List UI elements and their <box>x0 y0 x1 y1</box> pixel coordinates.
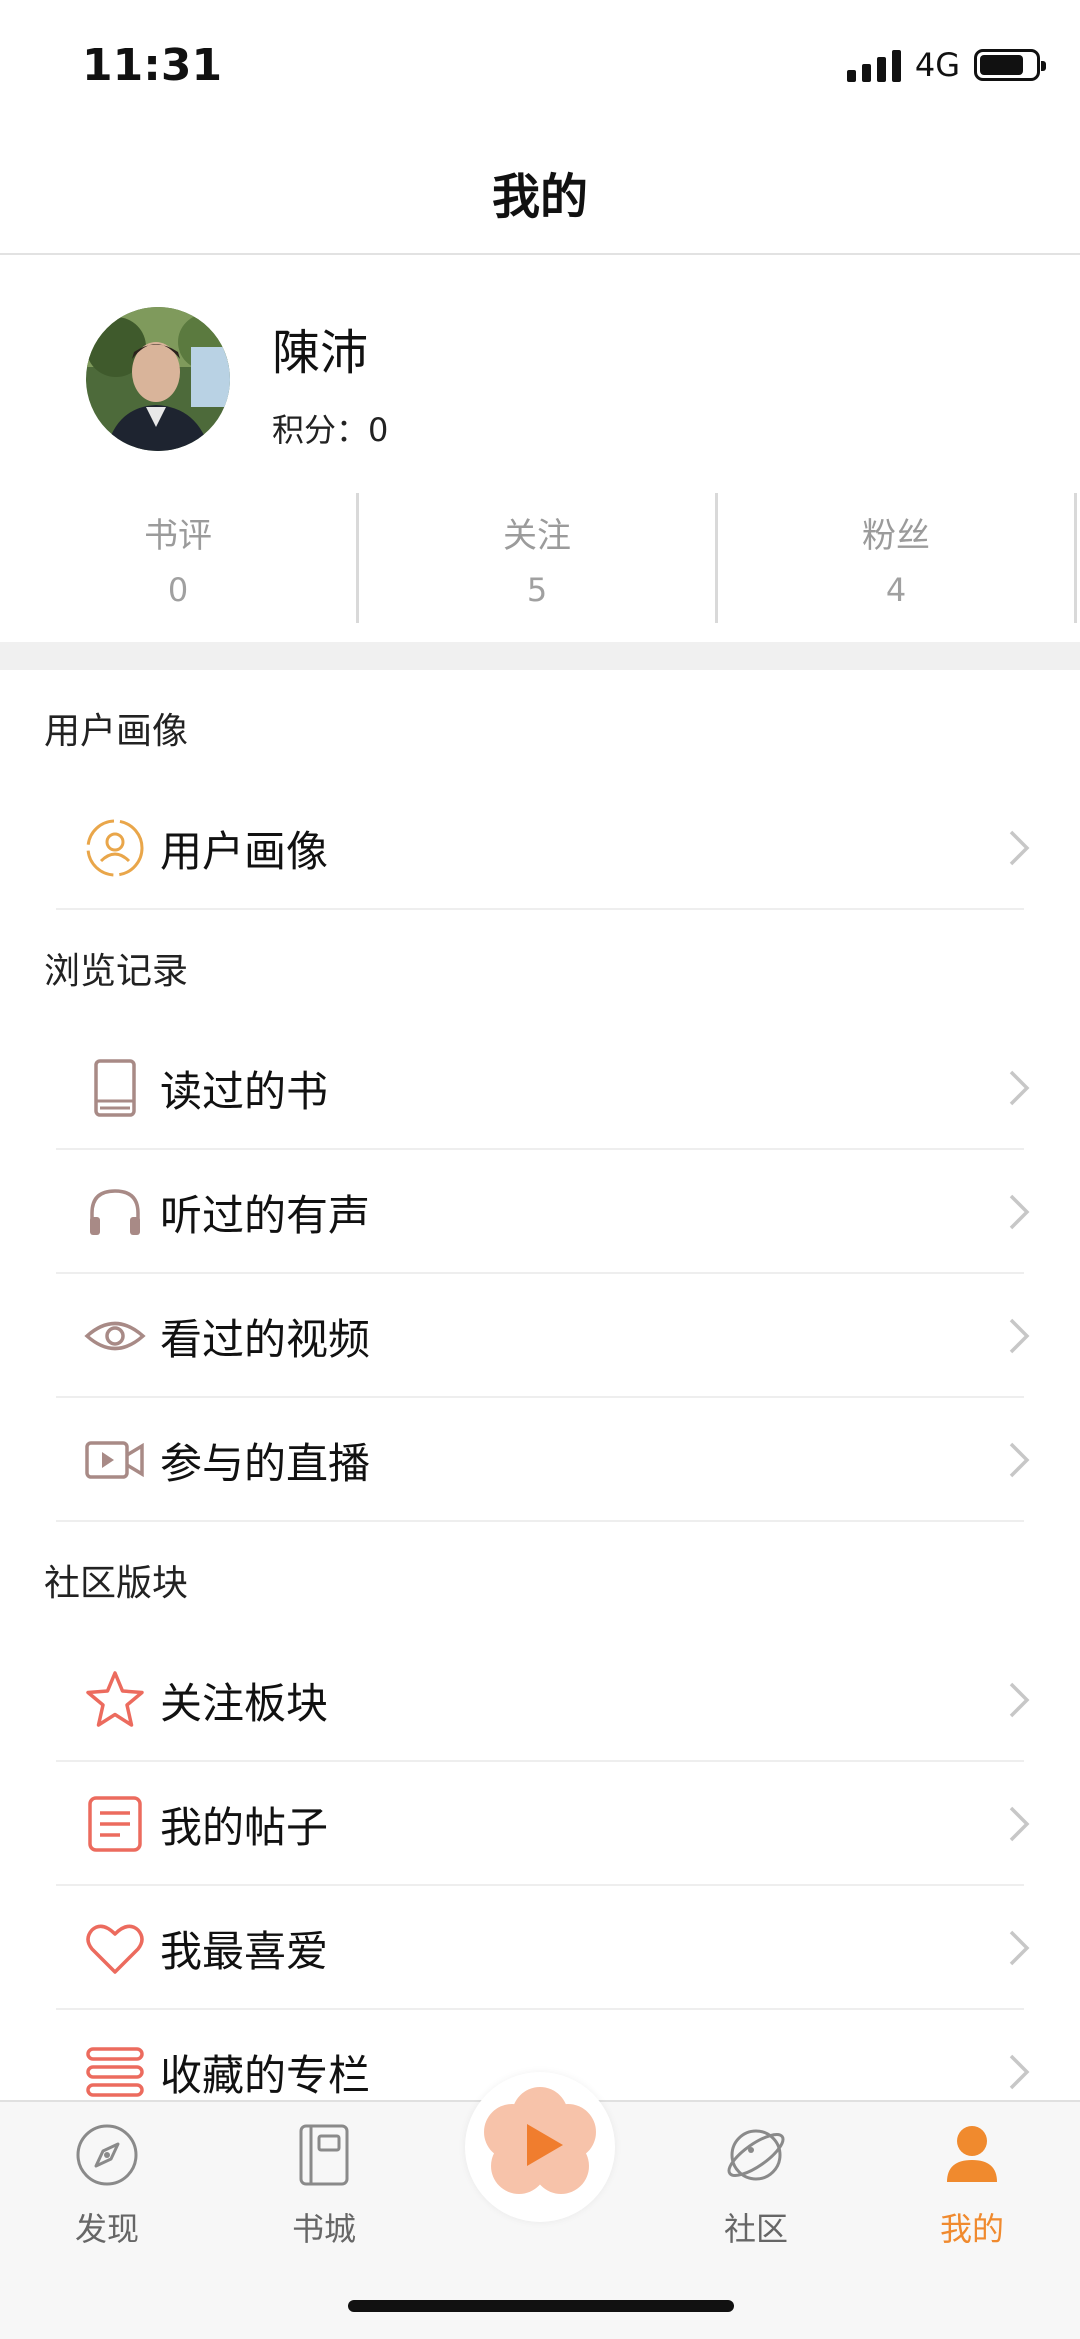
page-title: 我的 <box>491 168 588 225</box>
list-item-label: 用户画像 <box>160 826 329 876</box>
list-item-label: 参与的直播 <box>160 1438 371 1488</box>
tab-bookstore[interactable]: 书城 <box>244 2120 404 2250</box>
list-item-label: 收藏的专栏 <box>160 2050 371 2100</box>
chevron-right-icon <box>1002 1802 1036 1846</box>
user-name: 陳沛 <box>272 325 369 381</box>
tab-label: 我的 <box>939 2210 1004 2248</box>
stat-value: 4 <box>885 570 907 609</box>
person-icon <box>937 2120 1007 2190</box>
tab-label: 发现 <box>74 2210 139 2248</box>
list-item-label: 看过的视频 <box>160 1314 371 1364</box>
profile-card: 陳沛 积分：0 书评 0 关注 5 粉丝 4 <box>0 257 1080 642</box>
chevron-right-icon <box>1002 2050 1036 2094</box>
list-item-favorites[interactable]: 我最喜爱 <box>0 1886 1080 2010</box>
chevron-right-icon <box>1002 1926 1036 1970</box>
chevron-right-icon <box>1002 1066 1036 1110</box>
chevron-right-icon <box>1002 1314 1036 1358</box>
signal-icon <box>846 48 901 82</box>
play-icon <box>475 2080 605 2214</box>
menu-list: 用户画像 用户画像 浏览记录 读过的书 听过的有声 看过的视频 参与的直播 社区… <box>0 670 1080 2100</box>
list-item-label: 听过的有声 <box>160 1190 371 1240</box>
tab-discover[interactable]: 发现 <box>27 2120 187 2250</box>
heart-icon <box>84 1917 146 1979</box>
section-header-user-portrait: 用户画像 <box>44 711 189 752</box>
headphones-icon <box>84 1181 146 1243</box>
tab-label: 书城 <box>291 2210 356 2248</box>
list-item-read-books[interactable]: 读过的书 <box>0 1026 1080 1150</box>
battery-level <box>980 55 1024 75</box>
home-indicator <box>348 2300 734 2312</box>
chevron-right-icon <box>1002 1438 1036 1482</box>
tab-community[interactable]: 社区 <box>676 2120 836 2250</box>
list-item-user-portrait[interactable]: 用户画像 <box>0 786 1080 910</box>
book-icon <box>84 1057 146 1119</box>
network-type: 4G <box>914 46 960 84</box>
points-value: 0 <box>368 411 389 449</box>
notebook-icon <box>289 2120 359 2190</box>
avatar[interactable] <box>86 307 230 451</box>
user-portrait-icon <box>84 817 146 879</box>
nav-bar: 我的 <box>0 130 1080 255</box>
list-item-label: 读过的书 <box>160 1066 329 1116</box>
list-item-live-history[interactable]: 参与的直播 <box>0 1398 1080 1522</box>
section-header-community: 社区版块 <box>44 1563 189 1604</box>
stat-value: 0 <box>167 570 189 609</box>
points-label: 积分： <box>272 411 369 449</box>
list-item-my-posts[interactable]: 我的帖子 <box>0 1762 1080 1886</box>
list-item-label: 我最喜爱 <box>160 1926 329 1976</box>
planet-icon <box>721 2120 791 2190</box>
status-indicators: 4G <box>846 46 1046 84</box>
stat-label: 粉丝 <box>862 515 930 556</box>
document-icon <box>84 1793 146 1855</box>
list-item-video-history[interactable]: 看过的视频 <box>0 1274 1080 1398</box>
list-item-audio-history[interactable]: 听过的有声 <box>0 1150 1080 1274</box>
eye-icon <box>84 1305 146 1367</box>
avatar-photo <box>86 307 230 451</box>
stat-following[interactable]: 关注 5 <box>359 493 718 623</box>
star-icon <box>84 1669 146 1731</box>
list-icon <box>84 2041 146 2100</box>
list-item-followed-boards[interactable]: 关注板块 <box>0 1638 1080 1762</box>
status-time: 11:31 <box>82 40 223 91</box>
play-button[interactable] <box>465 2072 615 2222</box>
compass-icon <box>72 2120 142 2190</box>
status-bar: 11:31 4G <box>0 0 1080 130</box>
list-item-label: 关注板块 <box>160 1678 329 1728</box>
stat-label: 关注 <box>503 515 571 556</box>
stats-row: 书评 0 关注 5 粉丝 4 <box>0 493 1080 623</box>
video-camera-icon <box>84 1429 146 1491</box>
stat-followers[interactable]: 粉丝 4 <box>718 493 1077 623</box>
chevron-right-icon <box>1002 826 1036 870</box>
tab-label: 社区 <box>723 2210 788 2248</box>
stat-value: 5 <box>526 570 548 609</box>
user-points: 积分：0 <box>272 405 388 451</box>
chevron-right-icon <box>1002 1190 1036 1234</box>
stat-label: 书评 <box>144 515 212 556</box>
section-header-history: 浏览记录 <box>44 951 189 992</box>
battery-icon <box>974 49 1046 81</box>
tab-mine[interactable]: 我的 <box>892 2120 1052 2250</box>
chevron-right-icon <box>1002 1678 1036 1722</box>
stat-reviews[interactable]: 书评 0 <box>0 493 359 623</box>
list-item-label: 我的帖子 <box>160 1802 329 1852</box>
section-divider <box>0 642 1080 670</box>
